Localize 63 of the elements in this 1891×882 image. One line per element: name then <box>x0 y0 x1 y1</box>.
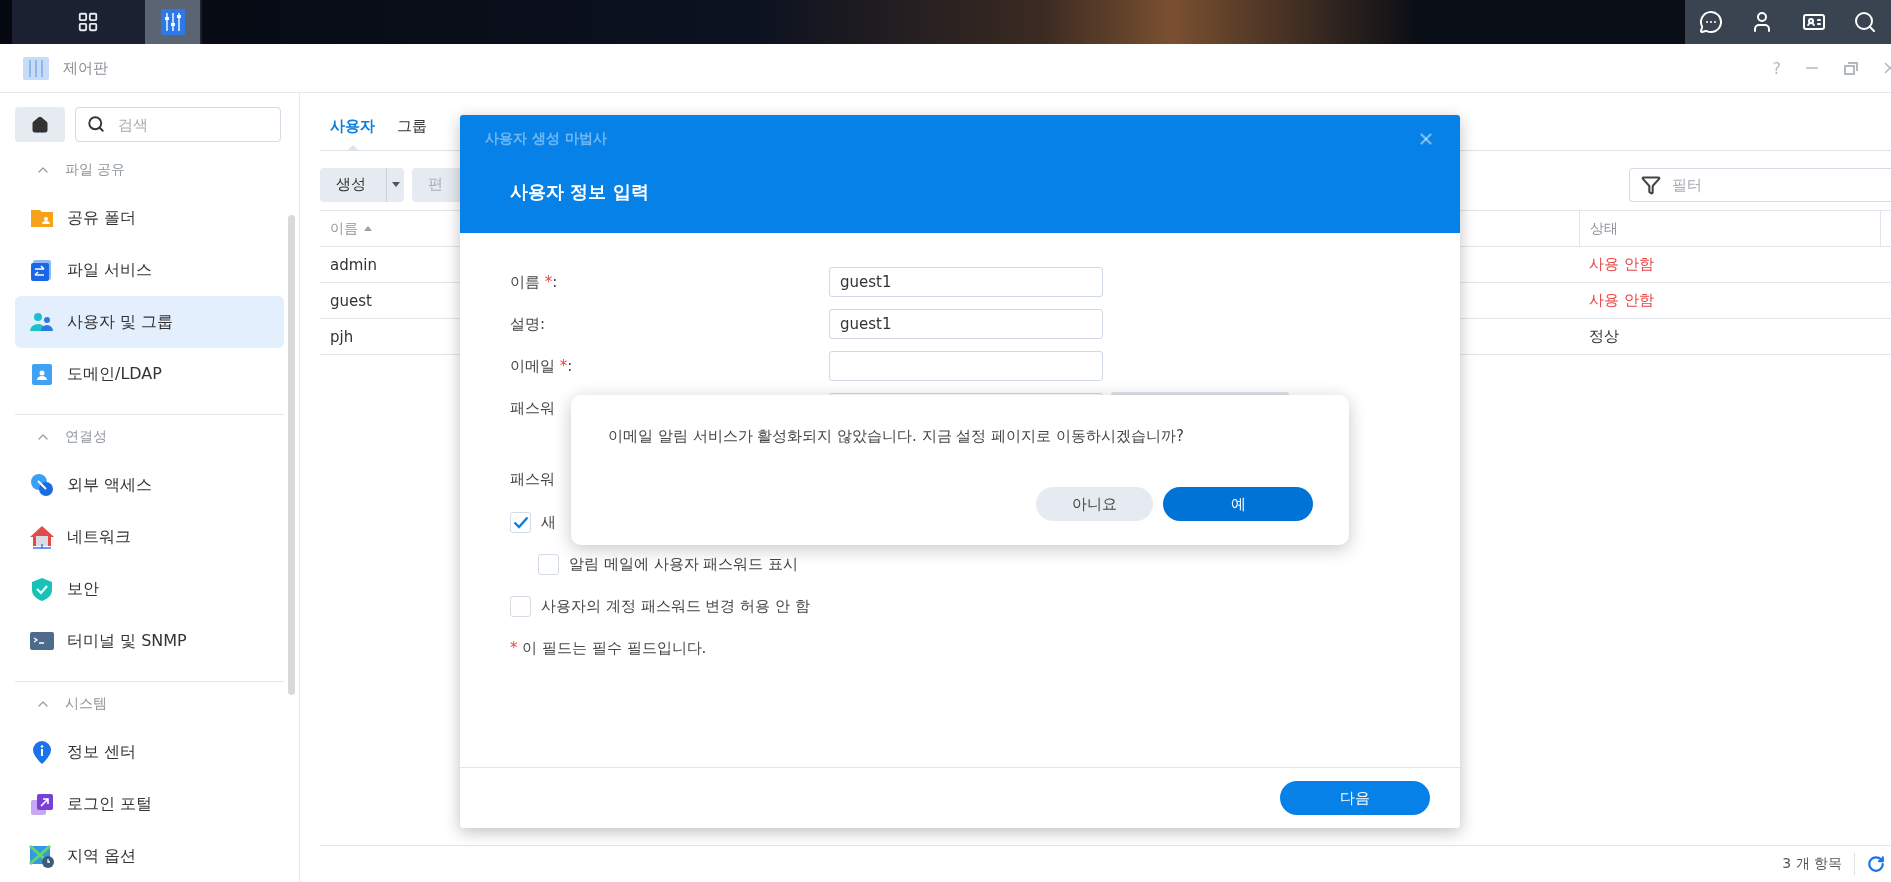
checkbox-label: 사용자의 계정 패스워드 변경 허용 안 함 <box>541 596 810 616</box>
input-field[interactable]: guest1 <box>829 267 1103 297</box>
checkbox-label: 알림 메일에 사용자 패스워드 표시 <box>569 554 799 574</box>
section-title: 연결성 <box>65 428 107 446</box>
home-button[interactable] <box>15 107 65 142</box>
checkbox[interactable] <box>510 595 531 617</box>
sidebar-item[interactable]: 보안 <box>15 563 284 615</box>
sidebar-item[interactable]: 지역 옵션 <box>15 830 284 882</box>
link-icon <box>29 472 55 498</box>
sidebar-item[interactable]: 정보 센터 <box>15 726 284 778</box>
sidebar-item[interactable]: 네트워크 <box>15 511 284 563</box>
search-field[interactable]: 검색 <box>75 107 281 142</box>
tab[interactable]: 사용자 <box>330 117 375 150</box>
section-title: 시스템 <box>65 695 107 713</box>
search-icon[interactable] <box>1853 10 1878 34</box>
create-split-button[interactable]: 생성 <box>320 167 404 202</box>
contact-card-icon <box>29 361 55 387</box>
restore-icon[interactable] <box>1843 60 1859 76</box>
filter-field[interactable]: 필터 <box>1629 167 1891 202</box>
control-panel-icon <box>22 55 50 81</box>
sidebar-item[interactable]: 사용자 및 그룹 <box>15 296 284 348</box>
sidebar-item[interactable]: 공유 폴더 <box>15 192 284 244</box>
required-note: * 이 필드는 필수 필드입니다. <box>510 639 708 658</box>
control-panel-app-icon[interactable] <box>145 0 200 44</box>
dialog-heading: 사용자 정보 입력 <box>510 180 650 204</box>
filter-icon <box>1641 174 1661 195</box>
sidebar-item[interactable]: 도메인/LDAP <box>15 348 284 400</box>
refresh-icon[interactable] <box>1867 855 1885 873</box>
sidebar-item[interactable]: 터미널 및 SNMP <box>15 615 284 667</box>
shield-icon <box>29 576 55 602</box>
close-button[interactable] <box>1417 130 1435 148</box>
form-label: 이메일 *: <box>510 356 574 376</box>
form-label: 패스워 <box>510 398 556 418</box>
sidebar-item[interactable]: 외부 액세스 <box>15 459 284 511</box>
checkbox[interactable] <box>510 511 531 533</box>
confirm-button[interactable]: 예 <box>1163 487 1313 521</box>
tab[interactable]: 그룹 <box>397 117 427 150</box>
sort-icon <box>364 226 372 231</box>
alert-message: 이메일 알림 서비스가 활성화되지 않았습니다. 지금 설정 페이지로 이동하시겠습니까? <box>608 427 1185 446</box>
chat-icon[interactable] <box>1698 10 1723 34</box>
home-icon <box>31 115 49 134</box>
scrollbar[interactable] <box>288 215 295 695</box>
section-label: 패스워 <box>510 470 556 489</box>
dialog-title: 사용자 생성 마법사 <box>485 130 607 148</box>
cancel-button[interactable]: 아니요 <box>1036 487 1153 521</box>
sidebar-item[interactable]: 로그인 포털 <box>15 778 284 830</box>
house-icon <box>29 524 55 550</box>
checkbox[interactable] <box>538 553 559 575</box>
status-cell: 사용 안함 <box>1579 247 1880 283</box>
status-cell: 사용 안함 <box>1579 283 1880 319</box>
map-clock-icon <box>29 843 55 869</box>
input-field[interactable]: guest1 <box>829 309 1103 339</box>
section-title: 파일 공유 <box>65 161 126 179</box>
sidebar-item[interactable]: 파일 서비스 <box>15 244 284 296</box>
status-cell: 정상 <box>1579 319 1880 355</box>
caret-down-icon <box>391 182 400 187</box>
item-count: 3 개 항목 <box>1782 855 1842 873</box>
input-field[interactable] <box>829 351 1103 381</box>
window-title: 제어판 <box>63 58 108 78</box>
next-button[interactable]: 다음 <box>1280 781 1430 815</box>
portal-icon <box>29 791 55 817</box>
checkbox-label: 새 <box>541 512 556 532</box>
search-icon <box>87 115 105 133</box>
